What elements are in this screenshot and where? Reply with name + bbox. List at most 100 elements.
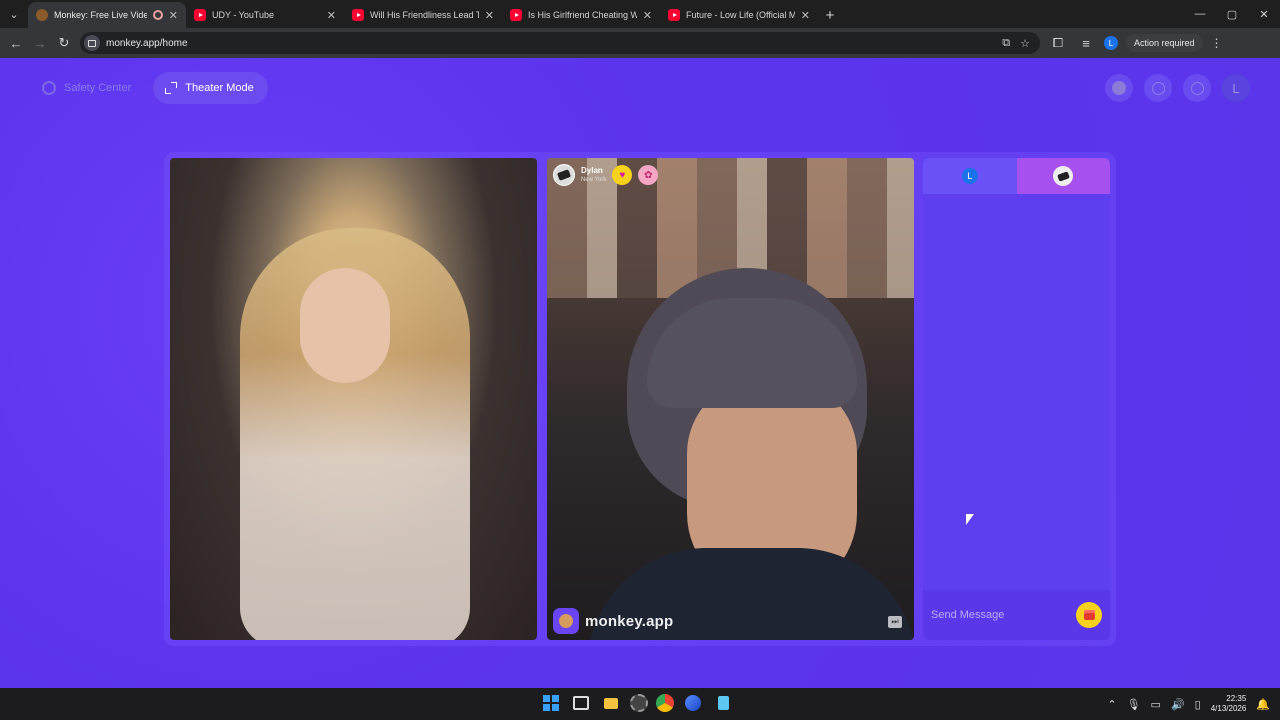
- tab-friendliness[interactable]: Will His Friendliness Lead To Ch ✕: [344, 2, 502, 28]
- back-button[interactable]: ←: [6, 31, 26, 55]
- close-window-button[interactable]: ✕: [1248, 0, 1280, 28]
- tab-search-icon[interactable]: ⌄: [0, 0, 28, 28]
- local-video-face: [300, 268, 390, 383]
- browser-toolbar: ← → ↻ monkey.app/home ⧉ ☆ ⧠ ≡ L Action r…: [0, 28, 1280, 58]
- tab-close-icon[interactable]: ✕: [643, 9, 652, 22]
- page-header: Safety Center Theater Mode: [30, 72, 268, 104]
- tab-title: UDY - YouTube: [212, 10, 275, 20]
- local-video: [170, 158, 537, 640]
- expand-icon: [165, 82, 178, 94]
- chat-messages: [923, 194, 1110, 590]
- chat-tab-me[interactable]: L: [923, 158, 1017, 194]
- peer-avatar[interactable]: [553, 164, 575, 186]
- chat-tab-peer[interactable]: [1016, 158, 1110, 194]
- notifications-icon[interactable]: 🔔: [1256, 698, 1270, 711]
- windows-logo-icon: [543, 695, 559, 711]
- media-controls-icon[interactable]: ≡: [1076, 31, 1096, 55]
- tab-girlfriend[interactable]: Is His Girlfriend Cheating With ✕: [502, 2, 660, 28]
- clock-time: 22:35: [1226, 693, 1247, 703]
- tab-close-icon[interactable]: ✕: [801, 9, 810, 22]
- skip-next-icon[interactable]: ⏭: [888, 616, 902, 628]
- clock[interactable]: 22:35 4/13/2026: [1211, 694, 1247, 715]
- theater-mode-button[interactable]: Theater Mode: [153, 72, 268, 104]
- friend-avatar-button[interactable]: [1105, 74, 1133, 102]
- minimize-button[interactable]: —: [1184, 0, 1216, 28]
- tab-monkey[interactable]: Monkey: Free Live Video Ch ✕: [28, 2, 186, 28]
- chrome-canary-icon[interactable]: [630, 694, 648, 712]
- theater-mode-label: Theater Mode: [185, 82, 254, 94]
- new-tab-button[interactable]: +: [818, 2, 842, 28]
- heart-badge-icon: ♥: [612, 165, 633, 185]
- safety-center-button[interactable]: Safety Center: [30, 72, 145, 104]
- toolbar-right: ⧠ ≡ L Action required ⋮: [1048, 31, 1223, 55]
- peer-location: New York: [581, 177, 607, 183]
- me-avatar: L: [961, 168, 978, 184]
- action-required-button[interactable]: Action required: [1126, 34, 1203, 52]
- tab-title: Is His Girlfriend Cheating With: [528, 10, 637, 20]
- forward-button[interactable]: →: [30, 31, 50, 55]
- chat-panel: L: [923, 158, 1110, 640]
- recording-icon: [152, 10, 163, 20]
- shield-icon: [42, 81, 56, 95]
- browser-app-icon[interactable]: [682, 692, 704, 714]
- task-view-icon[interactable]: [570, 692, 592, 714]
- volume-icon[interactable]: 🔊: [1171, 698, 1185, 711]
- url-text[interactable]: monkey.app/home: [106, 38, 996, 49]
- browser-tabstrip: ⌄ Monkey: Free Live Video Ch ✕ UDY - You…: [0, 0, 1280, 28]
- chat-input-row: [923, 590, 1110, 640]
- system-tray: ⌃ 🎙 ▭ 🔊 ▯ 22:35 4/13/2026 🔔: [1107, 688, 1270, 720]
- gift-button[interactable]: [1076, 602, 1102, 628]
- chat-tabs: L: [923, 158, 1110, 194]
- notepad-icon[interactable]: [712, 692, 734, 714]
- user-avatar-button[interactable]: L: [1222, 74, 1250, 102]
- browser-menu-icon[interactable]: ⋮: [1211, 36, 1223, 50]
- face-icon: [1112, 81, 1126, 95]
- taskbar-apps: [540, 692, 734, 714]
- youtube-favicon-icon: [510, 9, 522, 21]
- bookmark-star-icon[interactable]: ☆: [1020, 37, 1030, 50]
- tab-future-low-life[interactable]: Future - Low Life (Official Music ✕: [660, 2, 818, 28]
- peer-text: Dylan New York: [581, 166, 607, 184]
- site-info-icon[interactable]: [84, 35, 100, 51]
- send-message-input[interactable]: [931, 609, 1076, 621]
- youtube-favicon-icon: [194, 9, 206, 21]
- start-button[interactable]: [540, 692, 562, 714]
- history-button[interactable]: [1144, 74, 1172, 102]
- address-bar[interactable]: monkey.app/home ⧉ ☆: [80, 32, 1040, 54]
- omnibox-actions: ⧉ ☆: [1002, 37, 1036, 50]
- youtube-favicon-icon: [668, 9, 680, 21]
- brand-text: monkey.app: [585, 612, 674, 630]
- battery-icon[interactable]: ▯: [1195, 698, 1201, 711]
- tab-close-icon[interactable]: ✕: [169, 9, 178, 22]
- peer-info[interactable]: Dylan New York ♥ ✿: [553, 164, 659, 186]
- profile-avatar[interactable]: L: [1104, 36, 1118, 50]
- safety-center-label: Safety Center: [64, 82, 132, 94]
- video-chat-stage: Dylan New York ♥ ✿ monkey.app ⏭ L: [164, 152, 1116, 646]
- chat-bubble-icon: [1190, 81, 1204, 95]
- peer-name: Dylan: [581, 166, 603, 175]
- microphone-icon[interactable]: 🎙: [1127, 698, 1141, 711]
- tab-title: Monkey: Free Live Video Ch: [54, 10, 147, 20]
- rose-badge-icon: ✿: [638, 165, 659, 185]
- tab-close-icon[interactable]: ✕: [485, 9, 494, 22]
- clock-date: 4/13/2026: [1210, 704, 1247, 713]
- file-explorer-icon[interactable]: [600, 692, 622, 714]
- tab-title: Will His Friendliness Lead To Ch: [370, 10, 479, 20]
- monkey-logo-icon: [553, 608, 579, 634]
- tab-udy-youtube[interactable]: UDY - YouTube ✕: [186, 2, 344, 28]
- reload-button[interactable]: ↻: [54, 31, 74, 55]
- clock-icon: [1151, 81, 1165, 95]
- peer-mini-avatar: [1053, 166, 1074, 186]
- extensions-icon[interactable]: ⧠: [1048, 31, 1068, 55]
- youtube-favicon-icon: [352, 9, 364, 21]
- tray-overflow-icon[interactable]: ⌃: [1107, 698, 1116, 711]
- maximize-button[interactable]: ▢: [1216, 0, 1248, 28]
- cast-icon[interactable]: ⧉: [1002, 37, 1010, 50]
- brand-watermark: monkey.app: [553, 608, 673, 634]
- network-icon[interactable]: ▭: [1151, 698, 1161, 711]
- tab-close-icon[interactable]: ✕: [327, 9, 336, 22]
- remote-video: Dylan New York ♥ ✿ monkey.app ⏭: [547, 158, 914, 640]
- monkey-favicon-icon: [36, 9, 48, 21]
- messages-button[interactable]: [1183, 74, 1211, 102]
- chrome-icon[interactable]: [656, 694, 674, 712]
